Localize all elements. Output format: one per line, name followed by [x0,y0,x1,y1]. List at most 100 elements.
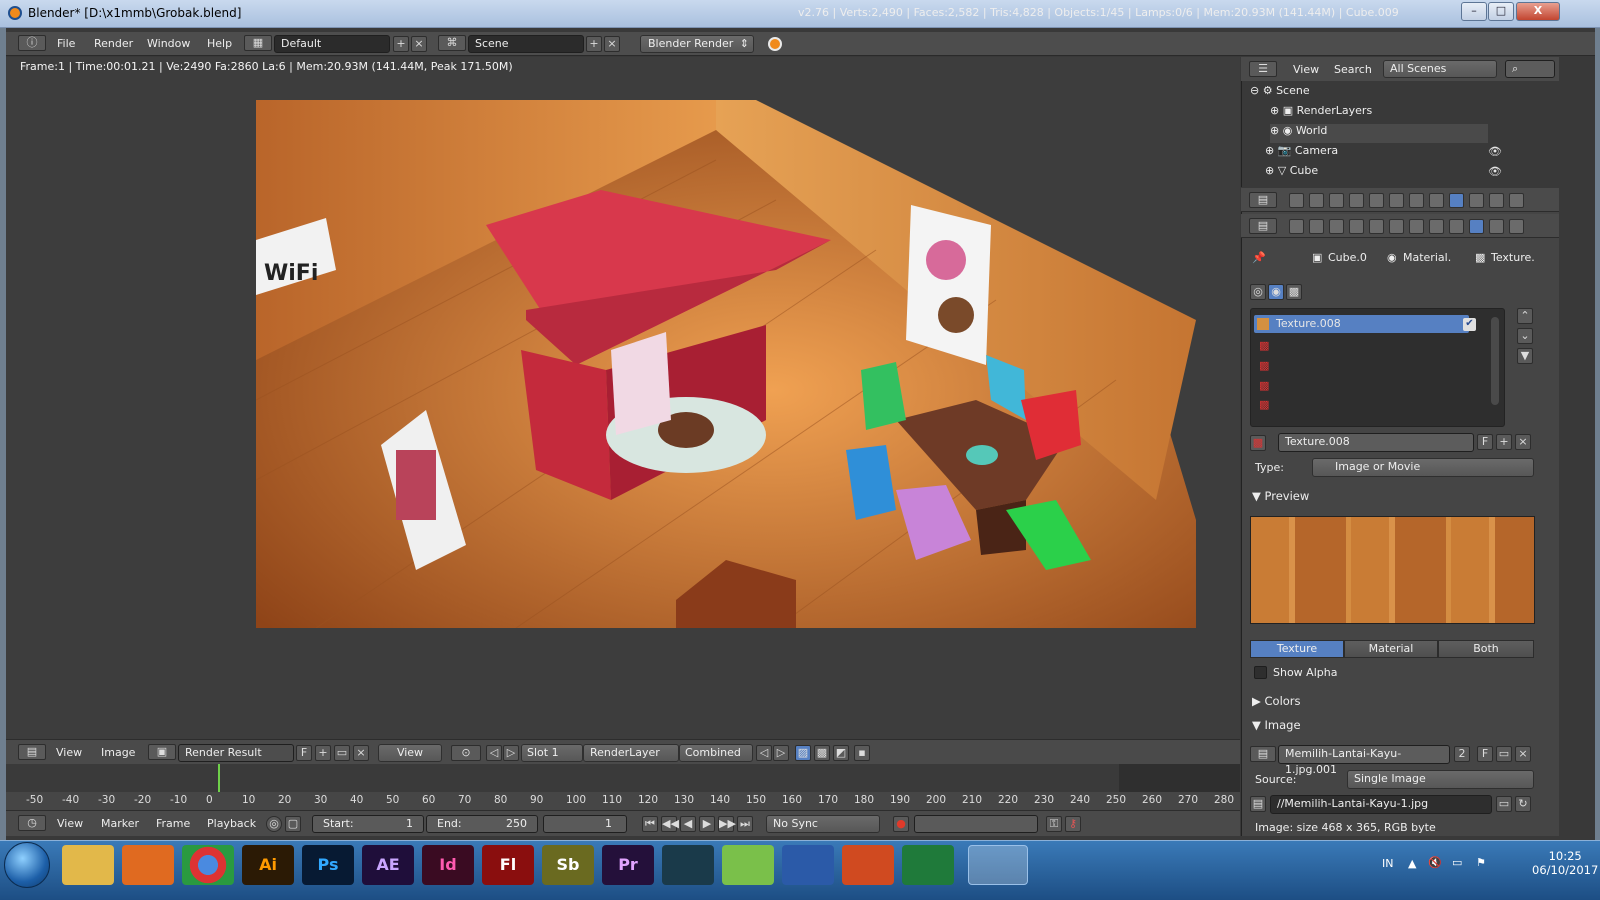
texture-name-field[interactable]: Texture.008 [1278,433,1474,452]
editor-type-timeline-icon[interactable]: ◷ [18,815,46,831]
word-icon[interactable] [782,845,834,885]
menu-playback[interactable]: Playback [207,817,256,830]
jump-end-icon[interactable]: ⏭ [737,816,753,832]
material-tab-icon[interactable] [1449,193,1464,208]
open-image-file-icon[interactable]: ▭ [1496,746,1512,762]
show-hidden-icons-icon[interactable]: ▲ [1408,857,1416,870]
image-datablock-field[interactable]: Memilih-Lantai-Kayu-1.jpg.001 [1278,745,1450,776]
lock-icon[interactable]: ▢ [285,816,301,832]
slot-specials-icon[interactable]: ▼ [1517,348,1533,364]
visibility-eye-icon[interactable]: 👁 [1488,165,1502,178]
coreldraw-icon[interactable] [722,845,774,885]
next-slot-icon[interactable]: ▷ [503,745,519,761]
pack-image-icon[interactable]: ▤ [1250,796,1266,812]
delete-keyframe-icon[interactable]: ⚷ [1065,816,1081,832]
render-tab-icon[interactable] [1289,193,1304,208]
texture-tab-icon[interactable] [1469,219,1484,234]
photoshop-icon[interactable]: Ps [302,845,354,885]
scene-icon[interactable]: ⌘ [438,35,466,51]
editor-type-info-icon[interactable]: ⓘ [18,35,46,51]
menu-help[interactable]: Help [207,37,232,50]
image-source-dropdown[interactable]: Single Image [1347,770,1534,789]
image-fake-user-toggle[interactable]: F [1477,746,1493,762]
menu-window[interactable]: Window [147,37,190,50]
image-name-field[interactable]: Render Result [178,744,294,762]
volume-muted-icon[interactable]: 🔇 [1428,856,1442,869]
unlink-image-datablock-icon[interactable]: × [1515,746,1531,762]
world-texture-context-icon[interactable]: ◎ [1250,284,1266,300]
outliner-item-scene[interactable]: ⊖ ⚙ Scene [1250,84,1310,103]
media-player-icon[interactable] [122,845,174,885]
scene-tab-icon[interactable] [1329,193,1344,208]
action-center-icon[interactable]: ⚑ [1476,856,1486,869]
system-clock[interactable]: 10:25 06/10/2017 [1532,849,1598,877]
editor-type-properties-icon[interactable]: ▤ [1249,218,1277,234]
current-frame-indicator[interactable] [218,764,220,792]
image-section-header[interactable]: ▼ Image [1252,718,1301,732]
constraints-tab-icon[interactable] [1389,193,1404,208]
material-texture-context-icon[interactable]: ◉ [1268,284,1284,300]
renderlayers-tab-icon[interactable] [1309,193,1324,208]
object-tab-icon[interactable] [1369,193,1384,208]
keying-set-field[interactable] [914,815,1038,833]
new-image-icon[interactable]: + [315,745,331,761]
outliner-item-camera[interactable]: ⊕ 📷 Camera [1265,144,1338,163]
empty-slot-icon[interactable]: ▩ [1259,398,1269,411]
draw-zbuffer-icon[interactable]: ▪ [854,745,870,761]
timeline[interactable]: -50 -40 -30 -20 -10 0 10 20 30 40 50 60 70 80 90 100 110… [6,764,1240,810]
image-path-field[interactable]: //Memilih-Lantai-Kayu-1.jpg [1270,795,1492,814]
texture-fake-user-toggle[interactable]: F [1477,434,1493,450]
render-pass-dropdown[interactable]: Combined [679,744,753,762]
after-effects-icon[interactable]: AE [362,845,414,885]
slot-dropdown[interactable]: Slot 1 [521,744,583,762]
show-alpha-checkbox[interactable] [1254,666,1267,679]
camtasia-icon[interactable] [662,845,714,885]
draw-rgb-icon[interactable]: ▩ [814,745,830,761]
prev-pass-icon[interactable]: ◁ [756,745,772,761]
screen-layout-icon[interactable]: ▦ [244,35,272,51]
menu-frame[interactable]: Frame [156,817,190,830]
chrome-icon[interactable] [182,845,234,885]
powerpoint-icon[interactable] [842,845,894,885]
remove-screen-icon[interactable]: × [411,36,427,52]
texture-slot-active[interactable]: Texture.008 [1254,315,1469,333]
particles-tab-icon[interactable] [1489,219,1504,234]
new-texture-icon[interactable]: + [1496,434,1512,450]
prev-keyframe-icon[interactable]: ◀◀ [661,816,679,832]
empty-slot-icon[interactable]: ▩ [1259,379,1269,392]
browse-file-icon[interactable]: ▭ [1496,796,1512,812]
draw-rgb-alpha-icon[interactable]: ▨ [795,745,811,761]
outliner-search-field[interactable]: ⌕ [1505,60,1555,78]
preview-texture-button[interactable]: Texture [1250,640,1344,658]
outliner-item-world[interactable]: ⊕ ◉ World [1270,124,1488,143]
move-slot-up-icon[interactable]: ⌃ [1517,308,1533,324]
modifiers-tab-icon[interactable] [1409,193,1424,208]
outliner-item-renderlayers[interactable]: ⊕ ▣ RenderLayers [1270,104,1372,123]
render-layer-dropdown[interactable]: RenderLayer [583,744,679,762]
illustrator-icon[interactable]: Ai [242,845,294,885]
world-tab-icon[interactable] [1349,219,1364,234]
editor-type-image-icon[interactable]: ▤ [18,744,46,760]
close-button[interactable]: X [1516,2,1560,21]
insert-keyframe-icon[interactable]: ⚿ [1046,816,1062,832]
editor-type-properties-icon[interactable]: ▤ [1249,192,1277,208]
end-frame-field[interactable]: End: 250 [426,815,538,833]
fake-user-toggle[interactable]: F [296,745,312,761]
play-icon[interactable]: ▶ [699,816,715,832]
slot-list-scrollbar[interactable] [1491,317,1499,405]
flash-icon[interactable]: Fl [482,845,534,885]
scene-field[interactable]: Scene [468,35,584,53]
menu-image[interactable]: Image [101,746,135,759]
excel-icon[interactable] [902,845,954,885]
texture-tab-icon[interactable] [1469,193,1484,208]
slot-enabled-checkbox[interactable]: ✔ [1463,318,1476,331]
data-tab-icon[interactable] [1429,219,1444,234]
record-icon[interactable]: ● [893,816,909,832]
renderlayers-tab-icon[interactable] [1309,219,1324,234]
timeline-track[interactable] [6,764,1240,792]
preview-both-button[interactable]: Both [1438,640,1534,658]
reload-image-icon[interactable]: ↻ [1515,796,1531,812]
unlink-texture-icon[interactable]: × [1515,434,1531,450]
pin-icon[interactable]: 📌 [1252,251,1266,264]
particles-tab-icon[interactable] [1489,193,1504,208]
